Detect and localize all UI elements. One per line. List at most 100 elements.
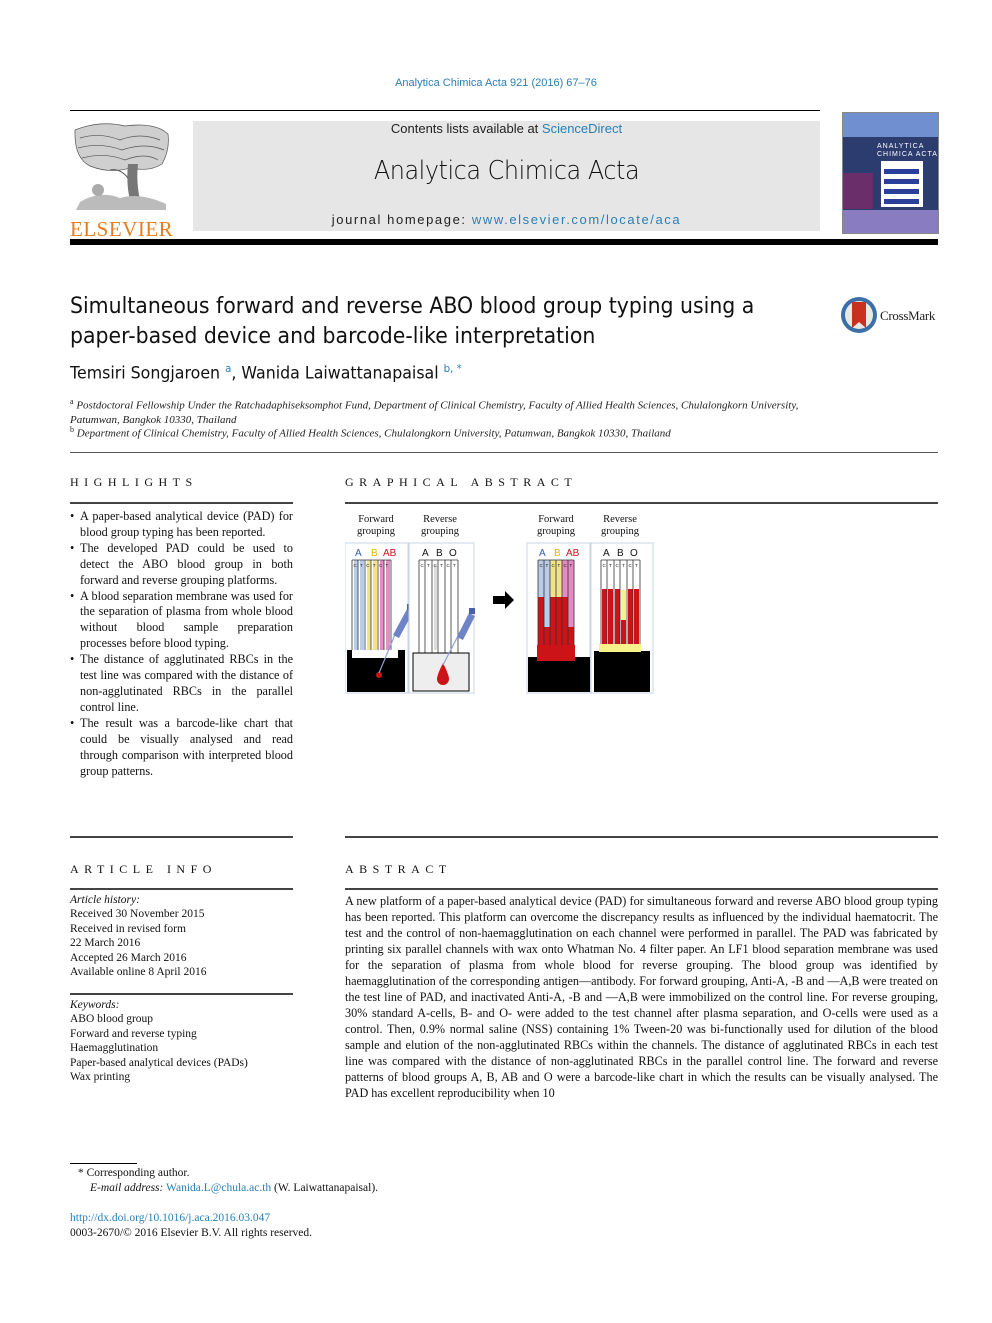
corresponding-author-label: Corresponding author.: [86, 1167, 190, 1179]
abstract-text: A new platform of a paper-based analytic…: [345, 894, 938, 1100]
cover-figure: [881, 161, 923, 207]
cover-title-line-2: CHIMICA ACTA: [877, 151, 938, 158]
journal-homepage-line: journal homepage: www.elsevier.com/locat…: [193, 212, 820, 227]
crossmark-icon: [841, 297, 877, 333]
channel-letter: T: [427, 563, 430, 568]
keywords: Keywords: ABO blood group Forward and re…: [70, 998, 293, 1084]
highlight-item: The developed PAD could be used to detec…: [70, 541, 293, 589]
highlights-heading: HIGHLIGHTS: [70, 475, 198, 489]
affiliation-text: Postdoctoral Fellowship Under the Ratcha…: [70, 399, 799, 426]
author-name[interactable]: Wanida Laiwattanapaisal: [241, 364, 438, 384]
channel-letter: T: [622, 563, 625, 568]
article-history: Article history: Received 30 November 20…: [70, 893, 293, 979]
journal-masthead: Contents lists available at ScienceDirec…: [193, 121, 820, 231]
header-rule: [70, 110, 820, 111]
ga-group-label: AB: [383, 548, 397, 559]
ga-group-label: O: [630, 548, 638, 559]
history-item: Available online 8 April 2016: [70, 966, 207, 979]
highlight-item: A paper-based analytical device (PAD) fo…: [70, 509, 293, 541]
ga-group-label: B: [617, 548, 624, 559]
corresponding-author-note: * Corresponding author.: [78, 1166, 189, 1181]
abstract-heading: ABSTRACT: [345, 862, 452, 876]
separation-membrane: [594, 651, 650, 692]
keyword-item: Haemagglutination: [70, 1042, 159, 1055]
keyword-item: ABO blood group: [70, 1013, 154, 1026]
rbc-migration-bar: [628, 589, 633, 644]
channel-letter: T: [373, 563, 376, 568]
homepage-prefix: journal homepage:: [331, 212, 472, 227]
ga-group-label: O: [449, 548, 457, 559]
keywords-label: Keywords:: [70, 999, 120, 1011]
author-affiliation-marker[interactable]: b, *: [444, 362, 462, 375]
email-note: E-mail address: Wanida.L@chula.ac.th (W.…: [90, 1181, 378, 1196]
elsevier-logo[interactable]: ELSEVIER: [70, 120, 173, 240]
article-info-rule: [70, 888, 293, 890]
footnote-rule: [70, 1163, 137, 1164]
running-head[interactable]: Analytica Chimica Acta 921 (2016) 67–76: [0, 77, 992, 89]
channel-letter: T: [360, 563, 363, 568]
ga-group-label: AB: [566, 548, 580, 559]
journal-cover-thumbnail[interactable]: ANALYTICA CHIMICA ACTA: [842, 112, 939, 234]
highlights-list: A paper-based analytical device (PAD) fo…: [70, 509, 293, 779]
history-item: Received 30 November 2015: [70, 908, 205, 921]
keyword-item: Paper-based analytical devices (PADs): [70, 1056, 248, 1069]
channel-anti-a-test: [360, 560, 364, 650]
channel-anti-ab-test: [386, 560, 390, 650]
graphical-abstract-rule: [345, 502, 938, 504]
journal-citation-link[interactable]: Analytica Chimica Acta 921 (2016) 67–76: [395, 77, 597, 89]
graphical-abstract-figure[interactable]: Forward grouping Reverse grouping Forwar…: [345, 505, 657, 695]
journal-title: Analytica Chimica Acta: [373, 156, 640, 186]
author-name[interactable]: Temsiri Songjaroen: [70, 364, 220, 384]
sciencedirect-link[interactable]: ScienceDirect: [542, 121, 622, 136]
ga-group-label: B: [436, 548, 443, 559]
copyright-line: 0003-2670/© 2016 Elsevier B.V. All right…: [70, 1227, 313, 1239]
ga-group-label: A: [355, 548, 362, 559]
author-separator: ,: [231, 363, 242, 384]
history-item: 22 March 2016: [70, 937, 141, 950]
cover-figure-band: [884, 169, 919, 174]
ga-drawing: A B AB A B O A B AB A B O C T C T C T C …: [345, 542, 654, 694]
sample-pad: [528, 657, 590, 692]
channel-anti-b-test: [373, 560, 377, 650]
ga-group-label: A: [422, 548, 429, 559]
highlight-item: The distance of agglutinated RBCs in the…: [70, 652, 293, 716]
contents-line: Contents lists available at ScienceDirec…: [193, 121, 820, 136]
article-history-label: Article history:: [70, 894, 140, 906]
cover-top-band: [843, 113, 938, 137]
cover-figure-band: [884, 199, 919, 204]
affiliation-text: Department of Clinical Chemistry, Facult…: [76, 427, 671, 440]
elsevier-wordmark: ELSEVIER: [70, 217, 174, 241]
keywords-rule: [70, 993, 293, 995]
doi-link[interactable]: http://dx.doi.org/10.1016/j.aca.2016.03.…: [70, 1212, 270, 1224]
channel-anti-a-control: [354, 560, 358, 650]
cover-bottom-band: [843, 210, 938, 233]
highlight-item: A blood separation membrane was used for…: [70, 589, 293, 653]
article-title: Simultaneous forward and reverse ABO blo…: [70, 292, 777, 352]
article-info-heading: ARTICLE INFO: [70, 862, 217, 876]
cover-figure-band: [884, 179, 919, 184]
email-link[interactable]: Wanida.L@chula.ac.th: [166, 1182, 271, 1194]
rbc-migration-bar: [621, 620, 626, 644]
highlight-item: The result was a barcode-like chart that…: [70, 716, 293, 780]
crossmark-badge[interactable]: CrossMark: [840, 296, 940, 336]
graphical-abstract-heading: GRAPHICAL ABSTRACT: [345, 475, 578, 489]
ga-group-label: A: [539, 548, 546, 559]
doi-line: http://dx.doi.org/10.1016/j.aca.2016.03.…: [70, 1211, 270, 1226]
rbc-migration-bar: [602, 589, 607, 644]
ga-group-label: A: [603, 548, 610, 559]
channel-letter: T: [453, 563, 456, 568]
footnote-marker: *: [78, 1167, 84, 1179]
channel-letter: T: [440, 563, 443, 568]
affiliation-marker: a: [70, 397, 74, 406]
homepage-link[interactable]: www.elsevier.com/locate/aca: [472, 212, 681, 227]
cover-title: ANALYTICA CHIMICA ACTA: [877, 143, 938, 159]
channel-anti-b-control: [367, 560, 371, 650]
channel-letter: T: [635, 563, 638, 568]
affiliation-marker: b: [70, 425, 74, 434]
crossmark-label: CrossMark: [880, 308, 936, 323]
highlights-bottom-rule: [70, 836, 293, 838]
affiliation-a: a Postdoctoral Fellowship Under the Ratc…: [70, 395, 830, 427]
affiliation-b: b Department of Clinical Chemistry, Facu…: [70, 423, 830, 441]
keyword-item: Wax printing: [70, 1071, 131, 1084]
channel-letter: T: [386, 563, 389, 568]
